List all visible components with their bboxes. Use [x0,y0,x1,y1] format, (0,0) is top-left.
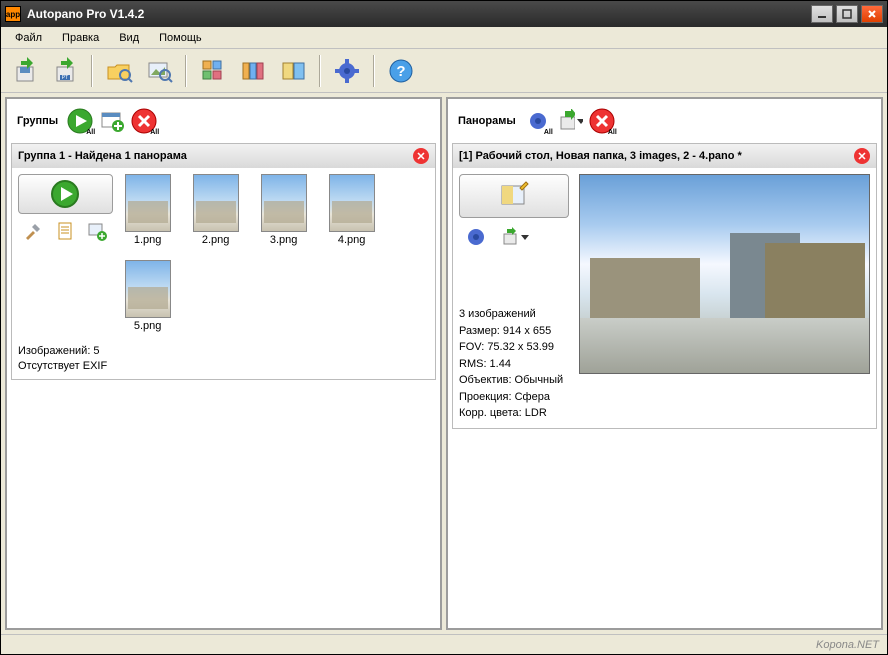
thumb-item[interactable]: 3.png [257,174,311,246]
image-search-button[interactable] [141,53,177,89]
pano-meta-line: Проекция: Сфера [459,389,569,406]
open-folder-button[interactable] [101,53,137,89]
pano-render-all-button[interactable]: All [524,107,552,135]
window-add-icon [99,108,125,134]
pano-meta: 3 изображений Размер: 914 x 655 FOV: 75.… [459,306,569,422]
floppy-export-icon [11,57,39,85]
chevron-down-icon [577,117,583,125]
thumb-label: 1.png [134,234,162,246]
chevron-down-icon [521,233,529,241]
statusbar: Kopona.NET [1,634,887,654]
group-close-button[interactable]: ✕ [413,148,429,164]
group-image-count: Изображений: 5 [18,344,429,359]
pano-edit-icon [498,180,530,212]
pano-card-title: [1] Рабочий стол, Новая папка, 3 images,… [459,150,854,162]
pano-delete-all-button[interactable]: All [588,107,616,135]
help-button[interactable]: ? [383,53,419,89]
floppy-pt-icon: PT [51,57,79,85]
import-project-button[interactable]: PT [47,53,83,89]
pano-meta-line: 3 изображений [459,306,569,323]
group-card-title: Группа 1 - Найдена 1 панорама [18,150,413,162]
pano-meta-line: RMS: 1.44 [459,356,569,373]
pano-edit-button[interactable] [459,174,569,218]
thumb-item[interactable]: 1.png [121,174,175,246]
layout-columns-button[interactable] [235,53,271,89]
columns-icon [239,57,267,85]
group-detect-button[interactable] [18,174,113,214]
panoramas-pane-title: Панорамы [458,115,516,127]
pano-meta-line: Корр. цвета: LDR [459,405,569,422]
groups-delete-all-button[interactable]: All [130,107,158,135]
pano-close-button[interactable]: ✕ [854,148,870,164]
pano-meta-line: Объектив: Обычный [459,372,569,389]
groups-pane-title: Группы [17,115,58,127]
svg-text:PT: PT [62,75,68,81]
settings-button[interactable] [329,53,365,89]
image-search-icon [145,57,173,85]
pano-render-button[interactable] [465,226,487,248]
split-icon [279,57,307,85]
pano-export-dropdown[interactable] [556,107,584,135]
thumb-label: 3.png [270,234,298,246]
grid-icon [199,57,227,85]
status-text: Kopona.NET [816,639,879,651]
save-project-button[interactable] [7,53,43,89]
group-settings-button[interactable] [22,220,44,242]
pano-card: [1] Рабочий стол, Новая папка, 3 images,… [452,143,877,429]
thumb-item[interactable]: 2.png [189,174,243,246]
groups-run-all-button[interactable]: All [66,107,94,135]
gear-icon [465,226,487,248]
layout-grid-button[interactable] [195,53,231,89]
group-card-header: Группа 1 - Найдена 1 панорама ✕ [12,144,435,168]
floppy-export-icon [557,109,575,133]
groups-pane: Группы All All Груп [5,97,442,630]
menubar: Файл Правка Вид Помощь [1,27,887,49]
pano-meta-line: FOV: 75.32 x 53.99 [459,339,569,356]
titlebar: app Autopano Pro V1.4.2 [1,1,887,27]
pano-card-header: [1] Рабочий стол, Новая папка, 3 images,… [453,144,876,168]
group-footer: Изображений: 5 Отсутствует EXIF [12,338,435,379]
pano-preview[interactable] [579,174,870,374]
thumb-label: 4.png [338,234,366,246]
thumb-label: 5.png [134,320,162,332]
pano-meta-line: Размер: 914 x 655 [459,323,569,340]
menu-edit[interactable]: Правка [52,30,109,46]
menu-file[interactable]: Файл [5,30,52,46]
document-icon [55,221,75,241]
gear-icon [334,58,360,84]
groups-add-button[interactable] [98,107,126,135]
maximize-button[interactable] [836,5,858,23]
minimize-button[interactable] [811,5,833,23]
thumb-item[interactable]: 4.png [325,174,379,246]
menu-help[interactable]: Помощь [149,30,212,46]
group-card: Группа 1 - Найдена 1 панорама ✕ [11,143,436,380]
group-add-image-button[interactable] [86,220,108,242]
thumb-item[interactable]: 5.png [121,260,175,332]
window-title: Autopano Pro V1.4.2 [27,7,811,21]
main-toolbar: PT ? [1,49,887,93]
group-thumbs: 1.png 2.png 3.png 4.png 5.png [121,174,429,332]
menu-view[interactable]: Вид [109,30,149,46]
app-icon: app [5,6,21,22]
image-add-icon [87,221,107,241]
svg-text:?: ? [396,63,405,80]
group-properties-button[interactable] [54,220,76,242]
help-icon: ? [388,58,414,84]
thumb-label: 2.png [202,234,230,246]
play-icon [50,179,80,209]
floppy-export-icon [501,227,521,247]
close-button[interactable] [861,5,883,23]
content-area: Группы All All Груп [1,93,887,634]
group-exif-status: Отсутствует EXIF [18,359,429,374]
folder-search-icon [105,57,133,85]
pano-export-dropdown-small[interactable] [501,226,529,248]
tools-icon [23,221,43,241]
panoramas-pane: Панорамы All All [446,97,883,630]
layout-split-button[interactable] [275,53,311,89]
